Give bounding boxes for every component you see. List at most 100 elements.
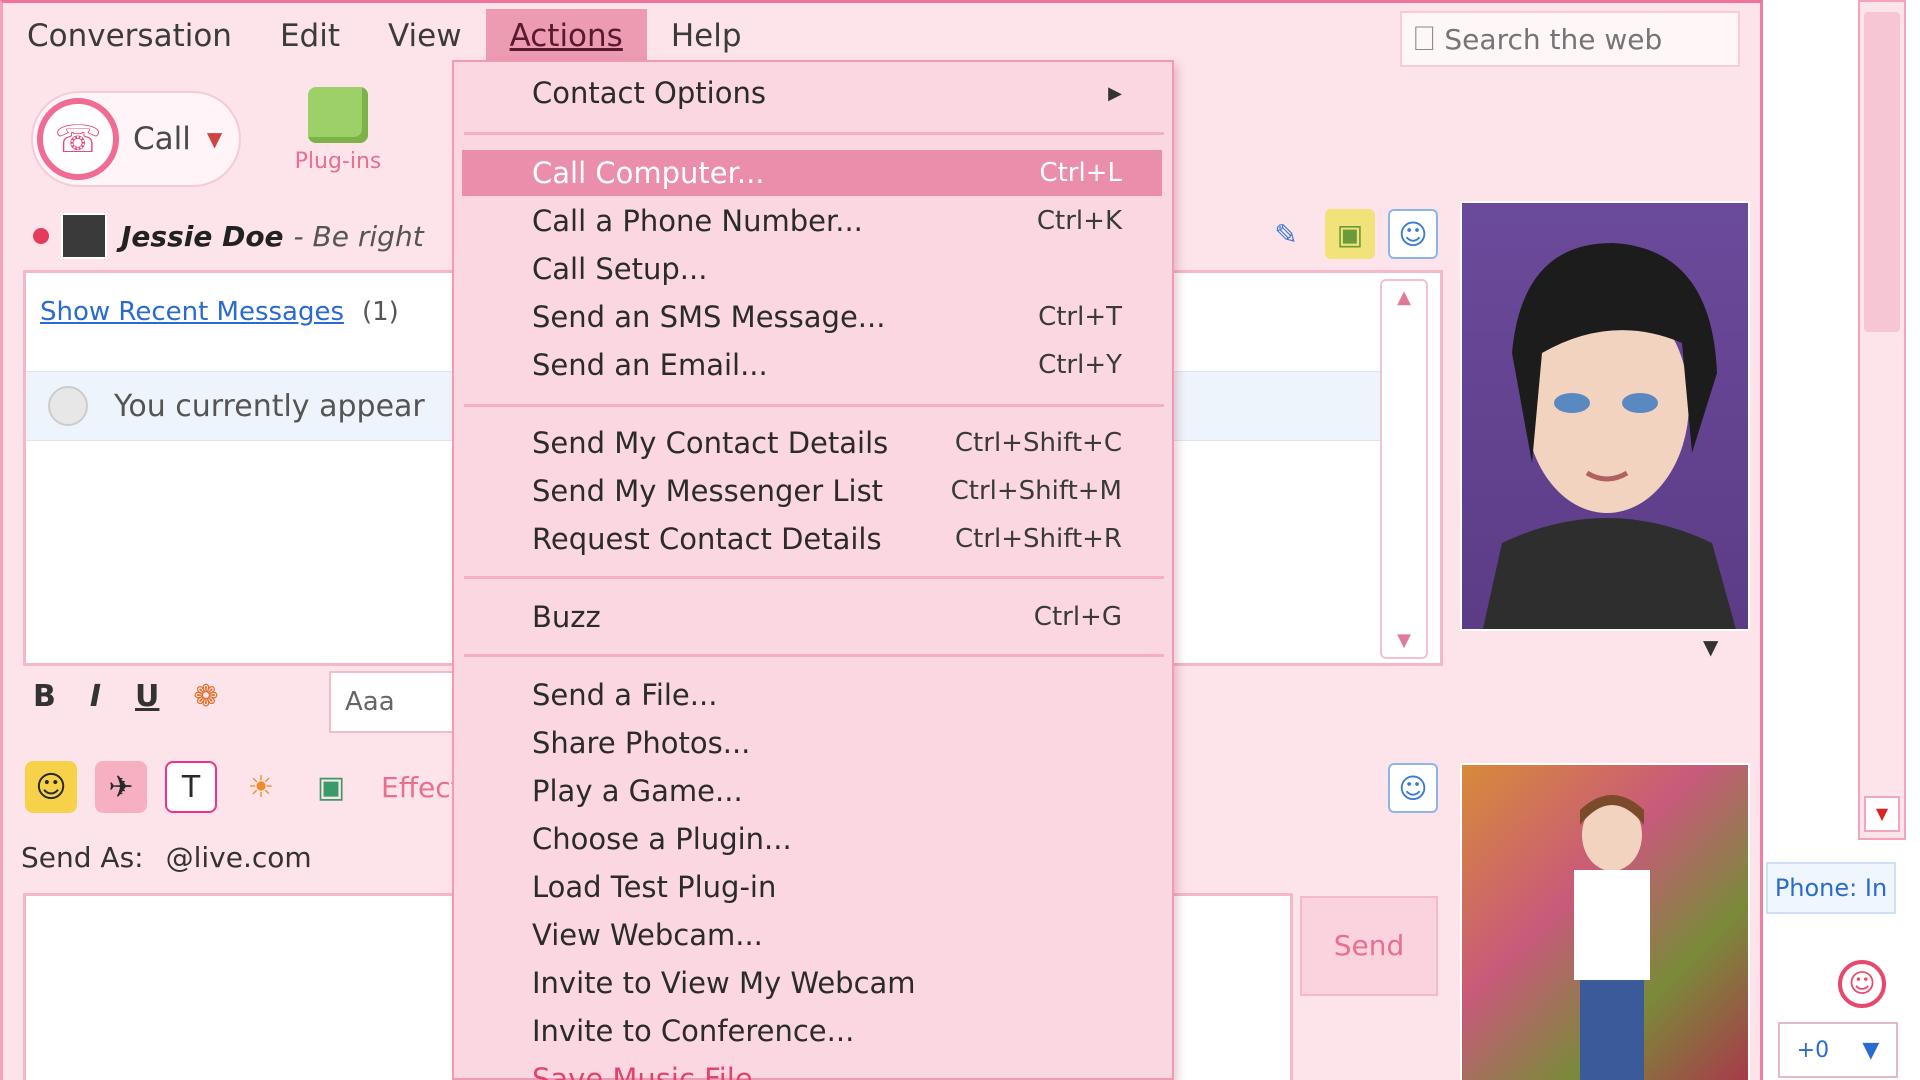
right-scrollbar[interactable]: ▼ [1858,0,1906,840]
wink-icon[interactable]: ✈ [95,761,147,813]
menu-item-label: Buzz [532,600,601,634]
menu-item-label: Send My Messenger List [532,474,884,508]
emoticon-icon[interactable]: ☺ [25,761,77,813]
menu-separator [464,654,1164,657]
menu-item-call-phone[interactable]: Call a Phone Number... Ctrl+K [462,198,1162,244]
call-button[interactable]: ☏ Call ▼ [31,91,241,187]
underline-button[interactable]: U [135,679,159,714]
menu-item-view-webcam[interactable]: View Webcam... [462,912,1162,958]
font-selector[interactable]: Aaa [329,671,459,733]
call-label: Call [133,121,191,157]
menu-item-play-game[interactable]: Play a Game... [462,768,1162,814]
menu-item-shortcut: Ctrl+Y [1038,350,1122,380]
menu-item-call-setup[interactable]: Call Setup... [462,246,1162,292]
menu-item-shortcut: Ctrl+Shift+C [954,428,1122,458]
menu-item-share-photos[interactable]: Share Photos... [462,720,1162,766]
menu-bar: Conversation Edit View Actions Help [3,9,1403,63]
send-as-row: Send As: @live.com [21,841,312,874]
chevron-down-icon[interactable]: ▼ [207,127,222,151]
send-as-account[interactable]: @live.com [166,841,312,874]
menu-item-shortcut: Ctrl+K [1036,206,1122,236]
bold-button[interactable]: B [33,679,56,714]
menu-item-label: View Webcam... [532,918,763,952]
menu-item-send-messenger-list[interactable]: Send My Messenger List Ctrl+Shift+M [462,468,1162,514]
color-icon[interactable]: ❁ [193,679,218,714]
menu-item-label: Share Photos... [532,726,751,760]
contact-name: Jessie Doe [121,219,284,253]
menu-view[interactable]: View [364,9,486,63]
menu-item-label: Save Music File [532,1062,753,1080]
actions-dropdown: Contact Options ▶ Call Computer... Ctrl+… [452,60,1174,1080]
plugins-button[interactable]: Plug-ins [283,83,393,183]
scroll-up-icon[interactable]: ▲ [1382,287,1426,308]
menu-item-invite-conference[interactable]: Invite to Conference... [462,1008,1162,1054]
italic-button[interactable]: I [90,679,101,714]
menu-item-buzz[interactable]: Buzz Ctrl+G [462,594,1162,640]
menu-item-shortcut: Ctrl+Shift+R [955,524,1122,554]
menu-item-send-file[interactable]: Send a File... [462,672,1162,718]
menu-item-save-music-file[interactable]: Save Music File [462,1056,1162,1080]
menu-item-send-email[interactable]: Send an Email... Ctrl+Y [462,342,1162,388]
menu-item-send-sms[interactable]: Send an SMS Message... Ctrl+T [462,294,1162,340]
format-toolbar: B I U ❁ [33,679,219,714]
menu-item-contact-options[interactable]: Contact Options ▶ [462,70,1162,116]
menu-item-label: Send an SMS Message... [532,300,886,334]
menu-edit[interactable]: Edit [256,9,364,63]
send-button[interactable]: Send [1300,896,1438,996]
notice-text: You currently appear [114,388,425,424]
phone-icon: ☏ [37,98,119,180]
chevron-down-icon[interactable]: ▼ [1703,635,1718,659]
my-display-picture[interactable] [1460,763,1750,1080]
zoom-value: +0 [1796,1037,1830,1063]
scroll-down-icon[interactable]: ▼ [1382,630,1426,651]
menu-item-label: Request Contact Details [532,522,882,556]
menu-item-label: Load Test Plug-in [532,870,777,904]
menu-item-label: Contact Options [532,76,766,110]
background-picture-icon[interactable]: ▣ [305,761,357,813]
menu-item-label: Invite to Conference... [532,1014,855,1048]
menu-item-request-contact-details[interactable]: Request Contact Details Ctrl+Shift+R [462,516,1162,562]
search-input[interactable] [1444,22,1715,56]
phone-tab[interactable]: Phone: In [1766,862,1896,914]
menu-item-shortcut: Ctrl+T [1038,302,1122,332]
menu-item-label: Send an Email... [532,348,768,382]
conversation-scrollbar[interactable]: ▲ ▼ [1380,279,1428,659]
menu-separator [464,404,1164,407]
contact-avatar[interactable] [61,213,107,259]
nudge-icon[interactable]: ☀ [235,761,287,813]
chevron-down-icon[interactable]: ▼ [1862,1038,1879,1063]
menu-item-send-contact-details[interactable]: Send My Contact Details Ctrl+Shift+C [462,420,1162,466]
menu-item-label: Call Setup... [532,252,708,286]
text-style-icon[interactable]: T [165,761,217,813]
menu-help[interactable]: Help [647,9,766,63]
menu-item-shortcut: Ctrl+L [1039,158,1122,188]
emoticon-toolbar: ☺ ✈ T ☀ ▣ Effects [25,761,476,813]
menu-item-label: Invite to View My Webcam [532,966,916,1000]
menu-actions[interactable]: Actions [485,9,647,63]
zoom-control[interactable]: +0 ▼ [1778,1022,1898,1078]
menu-item-label: Play a Game... [532,774,743,808]
plugins-label: Plug-ins [294,149,382,174]
recent-count: (1) [362,297,399,327]
menu-item-label: Send My Contact Details [532,426,889,460]
scroll-thumb[interactable] [1864,12,1900,332]
background-icon[interactable]: ▣ [1325,209,1375,259]
search-box: ⎕ [1400,11,1740,67]
menu-item-choose-plugin[interactable]: Choose a Plugin... [462,816,1162,862]
menu-item-shortcut: Ctrl+G [1033,602,1122,632]
contact-display-picture[interactable] [1460,201,1750,631]
contact-status: - Be right [293,219,424,253]
contact-card-icon[interactable]: ☺ [1388,209,1438,259]
menu-conversation[interactable]: Conversation [3,9,256,63]
scroll-down-icon[interactable]: ▼ [1864,796,1900,832]
menu-item-invite-webcam[interactable]: Invite to View My Webcam [462,960,1162,1006]
my-card-icon[interactable]: ☺ [1388,763,1438,813]
menu-item-label: Call a Phone Number... [532,204,863,238]
show-recent-link[interactable]: Show Recent Messages [40,297,344,327]
puzzle-icon [308,87,368,143]
menu-item-call-computer[interactable]: Call Computer... Ctrl+L [462,150,1162,196]
menu-item-label: Call Computer... [532,156,765,190]
menu-item-load-test-plugin[interactable]: Load Test Plug-in [462,864,1162,910]
invite-icon[interactable]: ✎ [1261,209,1311,259]
status-icon [33,228,49,244]
